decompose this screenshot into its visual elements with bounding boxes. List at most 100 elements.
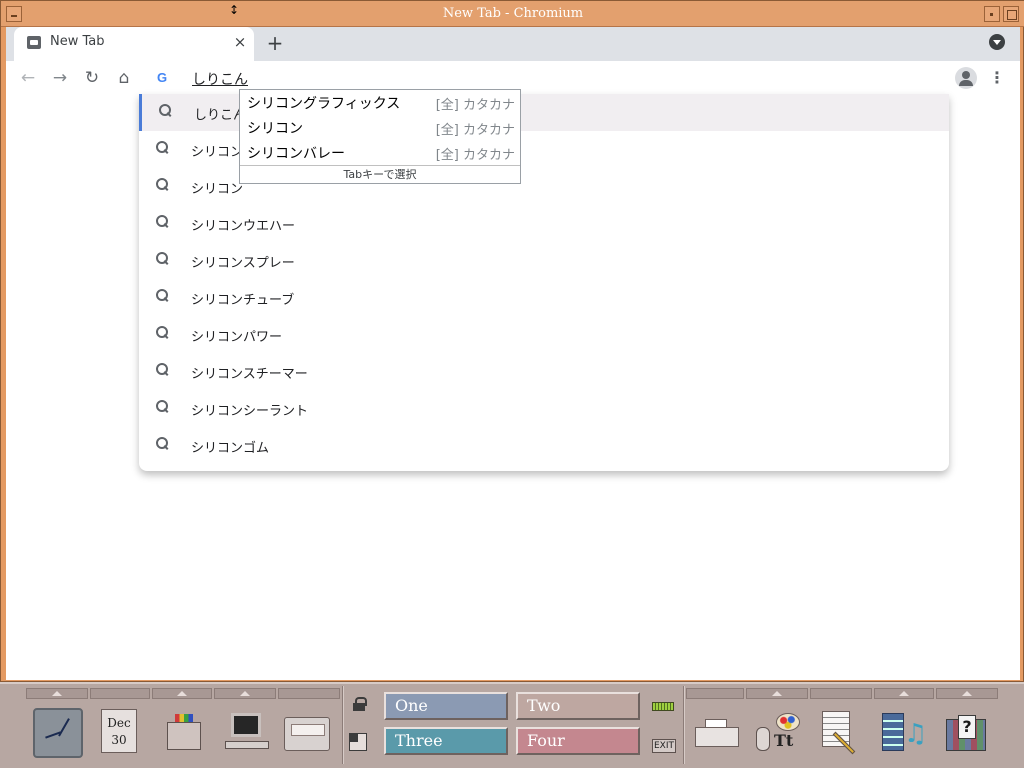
mouse-cursor-icon: ↕	[229, 3, 240, 17]
tab-close-icon[interactable]: ×	[231, 33, 249, 51]
kebab-menu-icon[interactable]: ⋮	[989, 67, 1005, 89]
ime-candidate-word: シリコンバレー	[247, 146, 345, 162]
suggestion-item[interactable]: シリコンチューブ	[139, 279, 949, 316]
music-note-icon: ♫	[904, 719, 928, 749]
ime-candidate-type: [全] カタカナ	[435, 98, 515, 113]
tab-strip: New Tab × +	[6, 27, 1020, 61]
suggestion-item[interactable]: シリコンシーラント	[139, 390, 949, 427]
panel-divider	[683, 686, 685, 764]
subpanel-arrow-icon[interactable]	[214, 688, 276, 699]
forward-arrow-icon[interactable]: →	[49, 67, 71, 89]
ime-candidate[interactable]: シリコングラフィックス [全] カタカナ	[240, 90, 520, 115]
ime-candidate-word: シリコン	[247, 121, 303, 137]
new-tab-favicon-icon	[27, 36, 41, 49]
search-icon	[156, 252, 168, 264]
search-icon	[156, 400, 168, 412]
monitor-screen-icon	[231, 713, 261, 737]
keyboard-icon	[225, 741, 269, 749]
desktop-front-panel	[0, 682, 1024, 768]
profile-avatar-icon[interactable]	[955, 67, 977, 89]
search-icon	[156, 437, 168, 449]
new-tab-button[interactable]: +	[264, 32, 286, 54]
media-player-icon[interactable]: ♫	[880, 713, 928, 753]
window-title: New Tab - Chromium	[442, 6, 584, 21]
tab-search-chevron-icon[interactable]	[989, 34, 1005, 50]
font-style-icon: Tt	[774, 731, 794, 750]
search-icon	[156, 141, 168, 153]
panel-divider	[342, 686, 344, 764]
style-manager-icon[interactable]: Tt	[752, 713, 802, 753]
window-maximize-button[interactable]	[1003, 6, 1019, 22]
suggestion-item[interactable]: シリコンパワー	[139, 316, 949, 353]
ime-candidate[interactable]: シリコンバレー [全] カタカナ	[240, 140, 520, 165]
mail-tray-icon[interactable]	[284, 717, 330, 751]
exit-button[interactable]: EXIT	[652, 739, 676, 753]
ime-candidate-window: シリコングラフィックス [全] カタカナ シリコン [全] カタカナ シリコンバ…	[239, 89, 521, 184]
window-title-bar[interactable]: New Tab - Chromium	[1, 1, 1024, 27]
search-icon	[156, 289, 168, 301]
ime-candidate-type: [全] カタカナ	[435, 123, 515, 138]
file-cabinet-icon	[167, 722, 201, 750]
subpanel-arrow-icon[interactable]	[152, 688, 212, 699]
terminal-icon[interactable]	[225, 713, 269, 751]
subpanel-arrow-icon[interactable]	[936, 688, 998, 699]
suggestion-text: シリコンウエハー	[191, 219, 296, 234]
window-minimize-button[interactable]	[984, 6, 1000, 22]
subpanel-tab[interactable]	[810, 688, 872, 699]
suggestion-item[interactable]: シリコンスプレー	[139, 242, 949, 279]
printer-body-icon	[695, 727, 739, 747]
subpanel-tab[interactable]	[278, 688, 340, 699]
palette-icon	[776, 713, 800, 731]
workspace-grid-icon[interactable]	[349, 733, 367, 751]
busy-indicator-icon	[652, 702, 674, 711]
suggestion-text: シリコンパワー	[191, 330, 283, 345]
text-editor-icon[interactable]	[820, 711, 864, 755]
suggestion-text: シリコン	[191, 145, 244, 160]
mouse-icon	[756, 727, 770, 751]
back-arrow-icon[interactable]: ←	[17, 67, 39, 89]
ime-candidate-word: シリコングラフィックス	[247, 96, 401, 112]
workspace-one-button[interactable]: One	[384, 692, 508, 720]
calendar-icon[interactable]: Dec 30	[101, 709, 137, 753]
subpanel-arrow-icon[interactable]	[746, 688, 808, 699]
ime-footer-hint: Tabキーで選択	[240, 165, 520, 184]
film-strip-icon	[882, 713, 904, 751]
tab-new-tab[interactable]: New Tab ×	[14, 27, 254, 61]
lock-icon[interactable]	[352, 697, 367, 711]
search-icon	[156, 326, 168, 338]
search-icon	[156, 215, 168, 227]
search-icon	[156, 363, 168, 375]
search-icon	[159, 104, 171, 116]
omnibox-input[interactable]: しりこん	[192, 69, 248, 89]
suggestion-item[interactable]: シリコンスチーマー	[139, 353, 949, 390]
calendar-day: 30	[111, 733, 127, 747]
suggestion-text: シリコンシーラント	[191, 404, 309, 419]
file-manager-icon[interactable]	[163, 712, 205, 752]
calendar-month: Dec	[107, 716, 131, 730]
subpanel-tab[interactable]	[90, 688, 150, 699]
subpanel-arrow-icon[interactable]	[874, 688, 934, 699]
suggestion-text: シリコンスプレー	[191, 256, 295, 271]
reload-icon[interactable]: ↻	[81, 67, 103, 89]
tab-title: New Tab	[50, 34, 105, 49]
workspace-four-button[interactable]: Four	[516, 727, 640, 755]
suggestion-item[interactable]: シリコンゴム	[139, 427, 949, 464]
printer-icon[interactable]	[695, 719, 739, 749]
clock-icon[interactable]	[33, 708, 83, 758]
subpanel-tab[interactable]	[686, 688, 744, 699]
suggestion-text: シリコンチューブ	[191, 293, 295, 308]
ime-candidate-type: [全] カタカナ	[435, 148, 515, 163]
suggestion-text: シリコンゴム	[191, 441, 270, 456]
workspace-three-button[interactable]: Three	[384, 727, 508, 755]
search-icon	[156, 178, 168, 190]
suggestion-text: シリコンスチーマー	[191, 367, 308, 382]
google-icon: G	[157, 70, 168, 85]
workspace-two-button[interactable]: Two	[516, 692, 640, 720]
question-mark-icon: ?	[958, 715, 976, 739]
suggestion-item[interactable]: シリコンウエハー	[139, 205, 949, 242]
help-manager-icon[interactable]: ?	[946, 715, 988, 753]
ime-candidate[interactable]: シリコン [全] カタカナ	[240, 115, 520, 140]
subpanel-arrow-icon[interactable]	[26, 688, 88, 699]
home-icon[interactable]: ⌂	[113, 67, 135, 89]
suggestion-text: シリコン	[191, 182, 244, 197]
